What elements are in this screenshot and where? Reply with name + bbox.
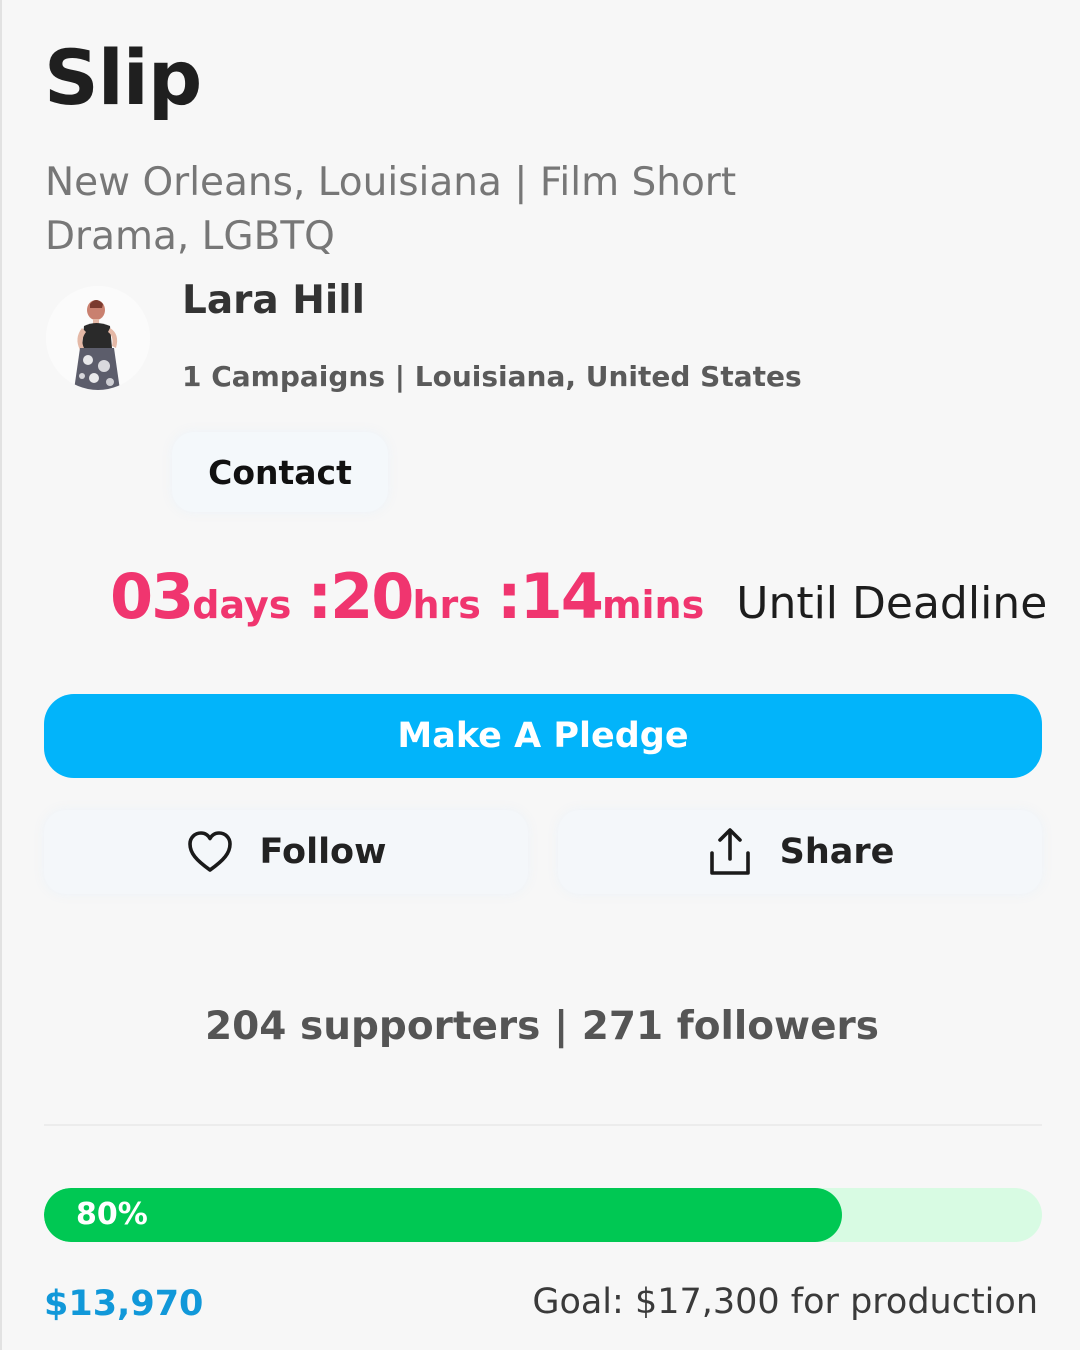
campaign-page: Slip New Orleans, Louisiana | Film Short… — [0, 0, 1080, 1350]
contact-button[interactable]: Contact — [172, 432, 388, 512]
deadline-countdown: 03 days :20 hrs :14 mins Until Deadline — [110, 560, 1047, 633]
campaign-title: Slip — [44, 33, 202, 122]
campaign-subtitle: New Orleans, Louisiana | Film Short Dram… — [45, 156, 736, 264]
supporters-followers-stats: 204 supporters | 271 followers — [205, 1004, 879, 1049]
countdown-days: 03 — [110, 560, 194, 633]
funding-progress-fill — [44, 1188, 843, 1242]
funding-progress-label: 80% — [76, 1197, 148, 1232]
follow-label: Follow — [259, 832, 387, 872]
funding-progress-bar: 80% — [44, 1188, 1042, 1242]
creator-avatar[interactable] — [46, 286, 150, 390]
countdown-minutes: :14 — [496, 560, 604, 633]
amount-raised: $13,970 — [44, 1284, 204, 1324]
section-divider — [44, 1124, 1042, 1126]
funding-goal: Goal: $17,300 for production — [532, 1282, 1038, 1322]
make-pledge-button[interactable]: Make A Pledge — [44, 694, 1042, 778]
creator-name[interactable]: Lara Hill — [182, 278, 365, 323]
share-button[interactable]: Share — [558, 810, 1042, 894]
share-label: Share — [779, 832, 895, 872]
campaign-location-line: New Orleans, Louisiana | Film Short — [45, 160, 737, 205]
campaign-genres-line: Drama, LGBTQ — [45, 214, 335, 259]
countdown-suffix: Until Deadline — [736, 578, 1048, 629]
share-icon — [709, 828, 750, 875]
heart-icon — [187, 831, 232, 872]
creator-meta: 1 Campaigns | Louisiana, United States — [182, 360, 802, 393]
follow-button[interactable]: Follow — [44, 810, 528, 894]
countdown-days-unit: days — [192, 583, 292, 627]
countdown-minutes-unit: mins — [601, 583, 705, 627]
countdown-hours: :20 — [307, 560, 414, 633]
countdown-hours-unit: hrs — [412, 583, 481, 627]
creator-photo — [46, 286, 150, 390]
